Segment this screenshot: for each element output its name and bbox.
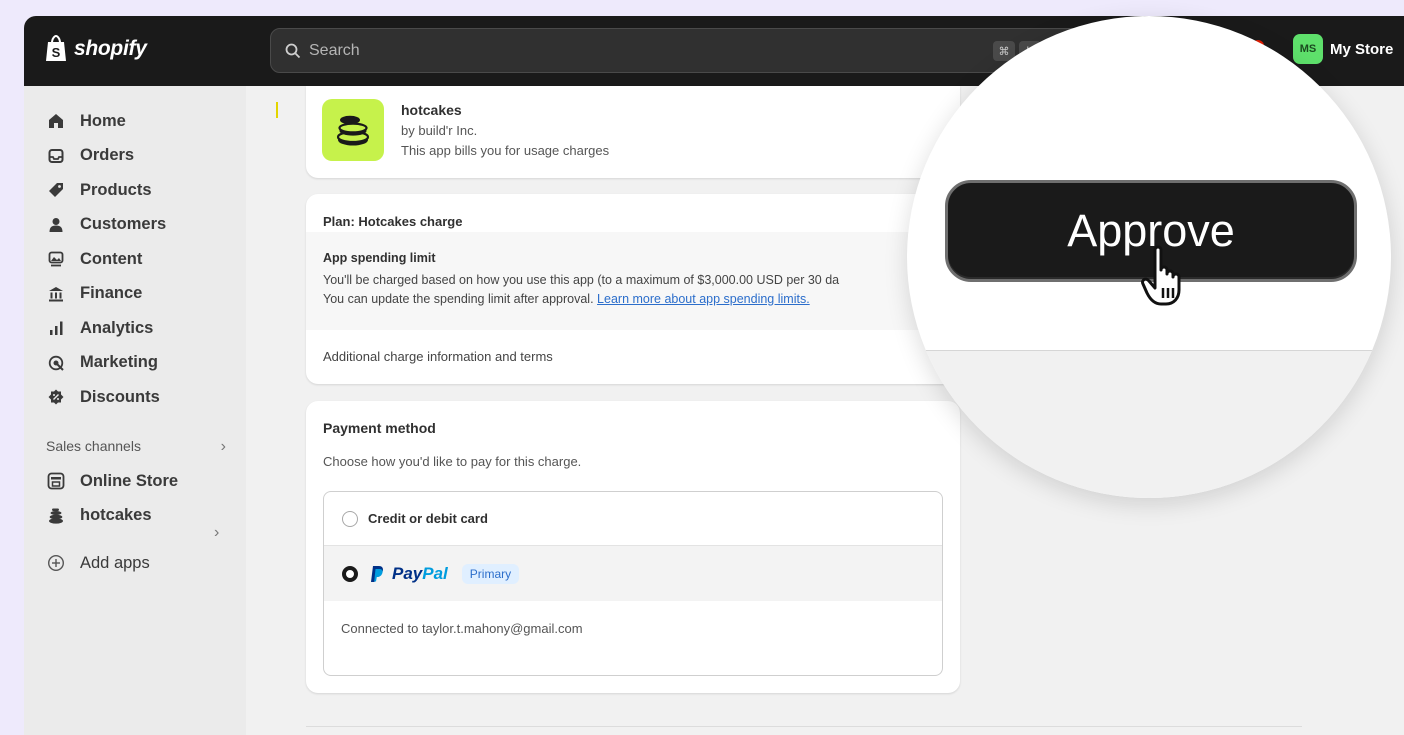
logo-wordmark: shopify: [74, 37, 147, 60]
sidebar-item-home[interactable]: Home: [46, 104, 236, 139]
paypal-wordmark-pay: Pay: [392, 563, 423, 583]
magnifier-lower-area: [907, 350, 1391, 498]
paypal-radio[interactable]: [342, 565, 358, 582]
sidebar-item-label: Content: [80, 249, 143, 268]
sidebar-item-label: Discounts: [80, 387, 160, 406]
shopify-bag-icon: S: [46, 35, 66, 61]
sidebar-item-label: Marketing: [80, 353, 158, 372]
footer-divider: [306, 726, 1302, 727]
spending-limit-line-2: You can update the spending limit after …: [323, 290, 839, 309]
paypal-wordmark: PayPal: [392, 564, 448, 584]
search-icon: [285, 43, 301, 58]
discount-icon: [46, 387, 66, 407]
additional-charge-info[interactable]: Additional charge information and terms: [323, 349, 553, 364]
sidebar-item-label: Analytics: [80, 318, 154, 337]
add-apps-label: Add apps: [80, 553, 150, 572]
payment-options: Credit or debit card PayPal Primary Conn…: [323, 491, 943, 676]
sidebar-item-customers[interactable]: Customers: [46, 208, 236, 243]
sales-channels-list: Online Store hotcakes: [46, 464, 236, 533]
payment-method-title: Payment method: [323, 420, 436, 436]
person-icon: [46, 215, 66, 235]
payment-method-card: Payment method Choose how you'd like to …: [306, 401, 960, 693]
plan-title: Plan: Hotcakes charge: [323, 214, 463, 229]
primary-badge: Primary: [461, 563, 520, 584]
sidebar-item-analytics[interactable]: Analytics: [46, 311, 236, 346]
hotcakes-icon: [46, 506, 66, 526]
sidebar-item-label: Home: [80, 111, 126, 130]
zoom-magnifier: Approve: [907, 16, 1391, 498]
bank-icon: [46, 284, 66, 304]
tag-icon: [46, 180, 66, 200]
target-icon: [46, 353, 66, 373]
app-billing-note: This app bills you for usage charges: [401, 143, 610, 158]
plus-circle-icon: [46, 553, 66, 573]
store-name: My Store: [1330, 40, 1394, 58]
chevron-right-icon: ›: [220, 438, 226, 455]
hotcakes-app-icon: [322, 99, 384, 161]
store-menu[interactable]: MS My Store: [1293, 34, 1393, 64]
bar-chart-icon: [46, 318, 66, 338]
sidebar-item-products[interactable]: Products: [46, 173, 236, 208]
sales-channels-label: Sales channels: [46, 438, 141, 454]
spending-limit-update-note: You can update the spending limit after …: [323, 292, 594, 306]
spending-limit-text: You'll be charged based on how you use t…: [323, 271, 839, 309]
sidebar-item-label: Online Store: [80, 471, 179, 490]
sidebar-item-marketing[interactable]: Marketing: [46, 346, 236, 381]
sidebar-nav: Home Orders Products Customers Content F…: [46, 104, 236, 415]
sidebar-item-label: Customers: [80, 215, 167, 234]
image-icon: [46, 249, 66, 269]
scroll-marker: [276, 102, 278, 118]
sidebar-item-label: Orders: [80, 146, 135, 165]
svg-text:S: S: [52, 45, 61, 60]
payment-option-card[interactable]: Credit or debit card: [324, 492, 942, 546]
sidebar-item-orders[interactable]: Orders: [46, 139, 236, 174]
spending-limit-line-1: You'll be charged based on how you use t…: [323, 273, 840, 287]
sidebar-item-discounts[interactable]: Discounts: [46, 380, 236, 415]
sidebar-item-hotcakes[interactable]: hotcakes: [46, 499, 236, 534]
chevron-right-icon[interactable]: ›: [214, 524, 219, 542]
payment-method-subtitle: Choose how you'd like to pay for this ch…: [323, 454, 582, 469]
paypal-icon: [371, 565, 383, 582]
store-icon: [46, 471, 66, 491]
spending-limit-title: App spending limit: [323, 251, 436, 265]
sidebar-item-online-store[interactable]: Online Store: [46, 464, 236, 499]
card-option-label: Credit or debit card: [368, 511, 488, 526]
home-icon: [46, 111, 66, 131]
sidebar-item-finance[interactable]: Finance: [46, 277, 236, 312]
sidebar-item-label: hotcakes: [80, 506, 152, 525]
card-radio[interactable]: [342, 510, 358, 527]
inbox-icon: [46, 146, 66, 166]
paypal-connected-account: Connected to taylor.t.mahony@gmail.com: [341, 621, 583, 636]
spending-limit-section: App spending limit You'll be charged bas…: [306, 232, 960, 330]
search-input[interactable]: [309, 41, 949, 60]
payment-option-paypal[interactable]: PayPal Primary: [324, 546, 942, 601]
sidebar-item-label: Products: [80, 180, 152, 199]
shopify-logo[interactable]: S shopify: [44, 35, 147, 63]
add-apps-button[interactable]: Add apps: [46, 553, 150, 573]
app-summary-card: hotcakes by build'r Inc. This app bills …: [306, 86, 960, 178]
sidebar-item-content[interactable]: Content: [46, 242, 236, 277]
sales-channels-header[interactable]: Sales channels ›: [46, 438, 226, 456]
plan-card: Plan: Hotcakes charge App spending limit…: [306, 194, 960, 384]
learn-more-link[interactable]: Learn more about app spending limits.: [597, 292, 810, 306]
app-name: hotcakes: [401, 102, 462, 118]
sidebar: Home Orders Products Customers Content F…: [24, 86, 246, 735]
avatar: MS: [1293, 34, 1323, 64]
paypal-wordmark-pal: Pal: [422, 563, 448, 583]
sidebar-item-label: Finance: [80, 284, 143, 303]
app-developer: by build'r Inc.: [401, 123, 478, 138]
hand-pointer-icon: [1141, 245, 1181, 306]
search-bar[interactable]: ⌘ K: [270, 28, 1090, 73]
